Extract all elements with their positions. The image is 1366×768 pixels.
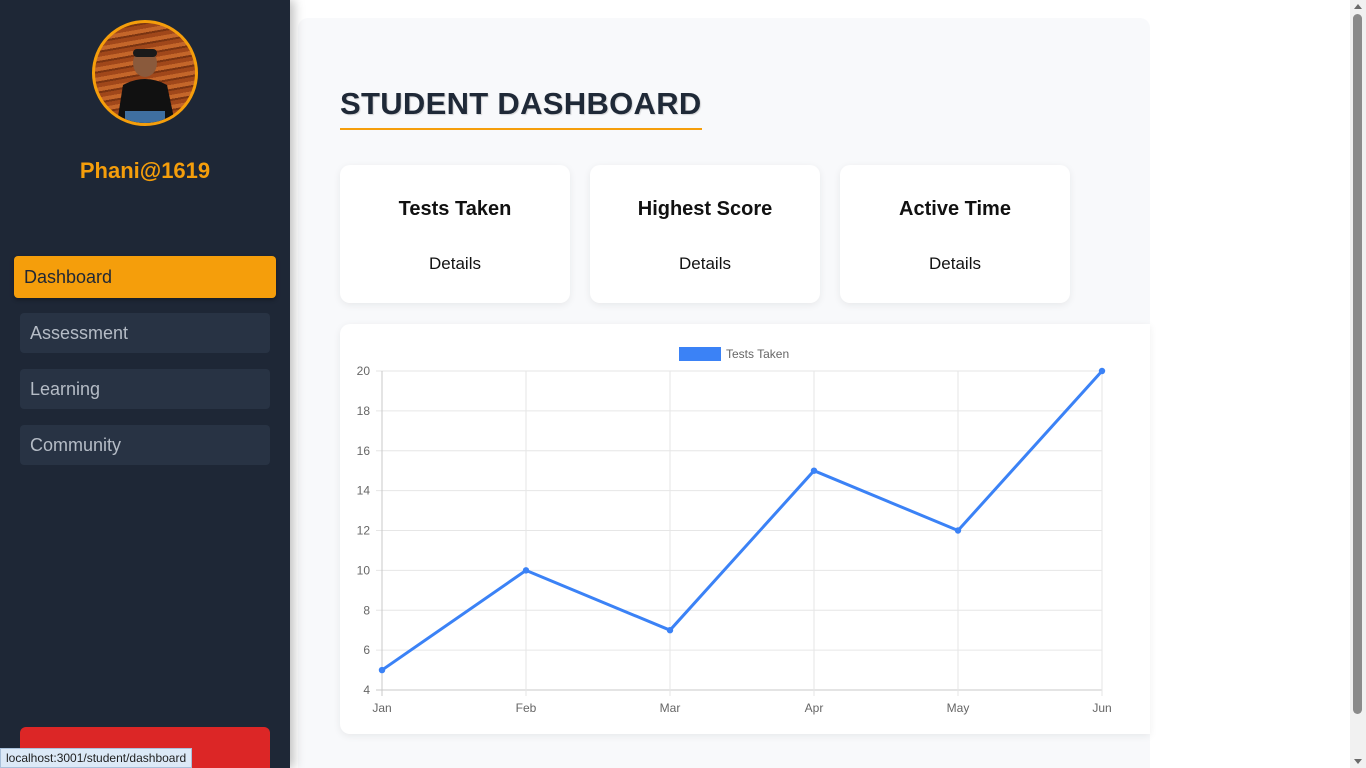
chart-card: 4 6 8 10 12 14 16 18 20 Jan Feb Mar Apr May Jun Tests T… xyxy=(340,324,1150,734)
scroll-thumb[interactable] xyxy=(1353,14,1362,714)
x-tick-label: Mar xyxy=(660,701,681,715)
x-tick-label: Jan xyxy=(372,701,391,715)
x-tick-label: May xyxy=(947,701,970,715)
legend-swatch xyxy=(679,347,721,361)
nav-item-dashboard[interactable]: Dashboard xyxy=(14,256,276,298)
status-bar-url: localhost:3001/student/dashboard xyxy=(0,748,193,768)
user-photo xyxy=(117,49,175,123)
username: Phani@1619 xyxy=(79,158,211,183)
y-tick-label: 20 xyxy=(357,364,371,378)
data-point xyxy=(1098,367,1106,375)
data-point xyxy=(666,626,674,634)
card-title: Active Time xyxy=(899,198,1011,220)
card-title: Highest Score xyxy=(637,198,773,220)
x-tick-label: Feb xyxy=(516,701,537,715)
scroll-up-arrow-icon[interactable] xyxy=(1354,4,1362,9)
card-details-link[interactable]: Details xyxy=(340,254,570,274)
card-highest-score[interactable]: Highest Score Details xyxy=(590,165,820,303)
y-tick-label: 8 xyxy=(363,603,370,617)
x-tick-label: Apr xyxy=(805,701,824,715)
data-point xyxy=(522,567,530,574)
avatar[interactable] xyxy=(92,20,198,126)
x-tick-label: Jun xyxy=(1092,701,1111,715)
nav-item-assessment[interactable]: Assessment xyxy=(20,313,270,353)
y-tick-label: 18 xyxy=(357,404,371,418)
y-tick-label: 4 xyxy=(363,683,370,697)
series-line-tests-taken xyxy=(381,369,1104,672)
card-details-link[interactable]: Details xyxy=(840,254,1070,274)
data-point xyxy=(810,467,818,474)
sidebar: Phani@1619 Dashboard Assessment Learning… xyxy=(0,0,290,768)
y-tick-label: 14 xyxy=(357,484,371,498)
scroll-down-arrow-icon[interactable] xyxy=(1354,759,1362,764)
y-tick-label: 12 xyxy=(357,524,371,538)
tests-taken-chart: 4 6 8 10 12 14 16 18 20 Jan Feb Mar Apr May Jun Tests T… xyxy=(357,347,1112,715)
nav-item-community[interactable]: Community xyxy=(20,425,270,465)
legend-label: Tests Taken xyxy=(726,347,789,361)
card-title: Tests Taken xyxy=(398,198,512,220)
data-point xyxy=(378,666,386,674)
page-title: STUDENT DASHBOARD xyxy=(340,86,702,130)
nav-item-learning[interactable]: Learning xyxy=(20,369,270,409)
y-tick-label: 16 xyxy=(357,444,371,458)
card-details-link[interactable]: Details xyxy=(590,254,820,274)
card-tests-taken[interactable]: Tests Taken Details xyxy=(340,165,570,303)
scrollbar[interactable] xyxy=(1350,0,1366,768)
card-active-time[interactable]: Active Time Details xyxy=(840,165,1070,303)
data-point xyxy=(954,527,962,534)
y-tick-label: 6 xyxy=(363,643,370,657)
y-tick-label: 10 xyxy=(357,563,371,577)
